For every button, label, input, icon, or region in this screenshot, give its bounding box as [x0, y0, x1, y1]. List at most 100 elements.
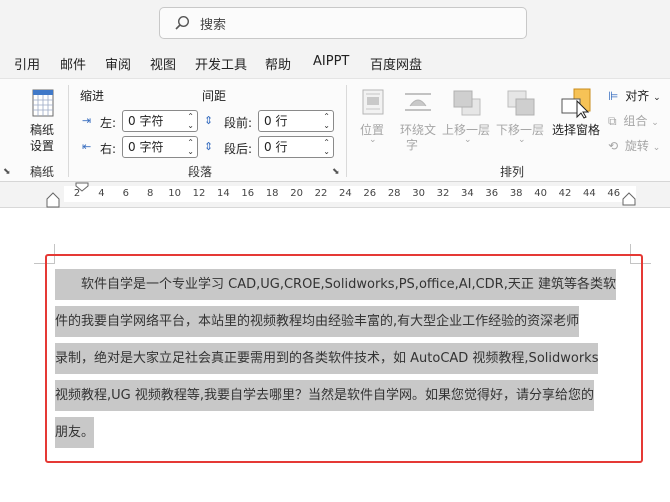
group-objects-button[interactable]: ⧉ 组合 ⌄	[608, 112, 670, 132]
wrap-text-label-2: 字	[406, 138, 419, 152]
ruler-tick-label: 28	[387, 188, 401, 199]
paragraph-launcher-icon[interactable]: ⬊	[332, 167, 340, 177]
ruler-tick-label: 20	[290, 188, 303, 199]
spacing-before-value: 0 行	[264, 114, 288, 128]
spacing-before-icon: ⇕	[204, 114, 214, 127]
chevron-down-icon: ⌄	[653, 93, 661, 103]
group-label-arrange: 排列	[500, 165, 525, 179]
indent-right-label: 右:	[100, 142, 117, 156]
spinner-arrows-icon[interactable]: ⌃ ⌄	[187, 112, 194, 130]
spacing-before-input[interactable]: 0 行 ⌃ ⌄	[258, 110, 334, 132]
ruler-tick-label: 18	[265, 188, 279, 199]
ruler-tick-label: 44	[583, 188, 596, 199]
spacing-after-label: 段后:	[224, 142, 253, 156]
manuscript-settings-button[interactable]: 稿纸 设置	[26, 87, 60, 159]
right-indent-marker-icon[interactable]	[622, 192, 636, 206]
indent-left-input[interactable]: 0 字符 ⌃ ⌄	[122, 110, 198, 132]
ruler-tick-label: 32	[436, 188, 450, 199]
ruler-tick-label: 12	[192, 188, 206, 199]
align-icon: ⊫	[608, 89, 619, 103]
ruler-tick-label: 2	[73, 188, 81, 199]
tab-developer[interactable]: 开发工具	[195, 54, 247, 73]
indent-title: 缩进	[80, 89, 105, 103]
ruler-tick-label: 6	[122, 188, 129, 199]
chevron-down-icon: ⌄	[651, 118, 659, 128]
tab-references[interactable]: 引用	[14, 54, 40, 73]
tab-help[interactable]: 帮助	[265, 54, 291, 73]
ruler-tick-label: 26	[363, 188, 377, 199]
horizontal-ruler[interactable]: 2 4 6 8 10 12 14 16 18 20 22 24 26 28 30 32 34 36 38 40 42 44…	[0, 182, 670, 208]
annotation-highlight-box	[45, 254, 643, 463]
title-bar: 搜索	[0, 0, 670, 48]
ruler-tick-label: 24	[339, 188, 352, 199]
ribbon: 稿纸 设置 稿纸 ⬊ 缩进 间距 ⇥ 左: 0 字符 ⌃ ⌄ ⇤ 右: 0 字符 …	[0, 78, 670, 182]
group-objects-icon: ⧉	[608, 114, 617, 128]
tab-view[interactable]: 视图	[150, 54, 176, 73]
tab-review[interactable]: 审阅	[105, 54, 131, 73]
spacing-after-value: 0 行	[264, 140, 288, 154]
indent-left-icon: ⇥	[82, 114, 92, 127]
send-backward-button[interactable]: 下移一层 ⌄	[496, 87, 548, 159]
bring-forward-icon	[453, 90, 481, 116]
manuscript-grid-icon	[32, 89, 54, 117]
tab-baidu-netdisk[interactable]: 百度网盘	[370, 54, 422, 73]
wrap-text-icon	[405, 93, 431, 111]
ruler-tick-label: 16	[241, 188, 255, 199]
manuscript-label-1: 稿纸	[30, 123, 55, 137]
search-placeholder: 搜索	[200, 17, 227, 33]
ruler-tick-label: 42	[558, 188, 572, 199]
spinner-arrows-icon[interactable]: ⌃ ⌄	[187, 138, 194, 156]
spacing-after-icon: ⇕	[204, 140, 214, 153]
tab-aippt[interactable]: AIPPT	[313, 54, 349, 69]
indent-left-label: 左:	[100, 116, 117, 130]
hanging-indent-marker-icon[interactable]	[46, 192, 60, 208]
group-objects-label: 组合	[623, 114, 648, 128]
rotate-button[interactable]: ⟲ 旋转 ⌄	[608, 137, 670, 157]
indent-right-value: 0 字符	[128, 140, 164, 154]
manuscript-label-2: 设置	[30, 139, 55, 153]
ruler-tick-label: 22	[314, 188, 328, 199]
align-label: 对齐	[625, 89, 650, 103]
position-icon	[362, 89, 384, 115]
ruler-tick-label: 10	[168, 188, 181, 199]
search-icon	[175, 15, 190, 30]
chevron-down-icon: ⌄	[518, 135, 526, 145]
ruler-tick-label: 8	[147, 188, 154, 199]
group-label-paragraph: 段落	[188, 165, 213, 179]
group-divider	[68, 85, 69, 177]
bring-forward-button[interactable]: 上移一层 ⌄	[442, 87, 494, 159]
tab-mailings[interactable]: 邮件	[60, 54, 86, 73]
send-backward-icon	[507, 90, 535, 116]
spacing-before-label: 段前:	[224, 116, 253, 130]
indent-right-input[interactable]: 0 字符 ⌃ ⌄	[122, 136, 198, 158]
selection-pane-button[interactable]: 选择窗格	[550, 87, 604, 137]
ruler-tick-label: 34	[461, 188, 474, 199]
spacing-after-input[interactable]: 0 行 ⌃ ⌄	[258, 136, 334, 158]
position-button[interactable]: 位置 ⌄	[358, 87, 390, 159]
selection-pane-icon	[561, 88, 591, 119]
indent-right-icon: ⇤	[82, 140, 92, 153]
group-label-manuscript: 稿纸	[30, 165, 55, 179]
chevron-down-icon: ⌄	[464, 135, 472, 145]
rotate-label: 旋转	[624, 139, 649, 153]
ruler-tick-label: 14	[217, 188, 230, 199]
ruler-tick-label: 4	[98, 188, 105, 199]
indent-left-value: 0 字符	[128, 114, 164, 128]
align-button[interactable]: ⊫ 对齐 ⌄	[608, 87, 670, 107]
spacing-title: 间距	[202, 89, 227, 103]
search-box[interactable]: 搜索	[159, 7, 527, 39]
manuscript-launcher-icon[interactable]: ⬊	[3, 167, 11, 177]
spinner-arrows-icon[interactable]: ⌃ ⌄	[323, 138, 330, 156]
ruler-tick-label: 46	[607, 188, 621, 199]
chevron-down-icon: ⌄	[369, 135, 377, 145]
chevron-down-icon: ⌄	[652, 143, 661, 153]
spinner-arrows-icon[interactable]: ⌃ ⌄	[323, 112, 330, 130]
menu-bar: 引用 邮件 审阅 视图 开发工具 帮助 AIPPT 百度网盘	[0, 48, 670, 78]
group-divider	[346, 85, 347, 177]
ruler-tick-label: 36	[485, 188, 499, 199]
selection-pane-label: 选择窗格	[552, 123, 601, 137]
ruler-tick-label: 40	[534, 188, 547, 199]
ruler-tick-label: 30	[412, 188, 425, 199]
ruler-tick-label: 38	[509, 188, 523, 199]
wrap-text-button[interactable]: 环绕文 字	[398, 87, 438, 159]
